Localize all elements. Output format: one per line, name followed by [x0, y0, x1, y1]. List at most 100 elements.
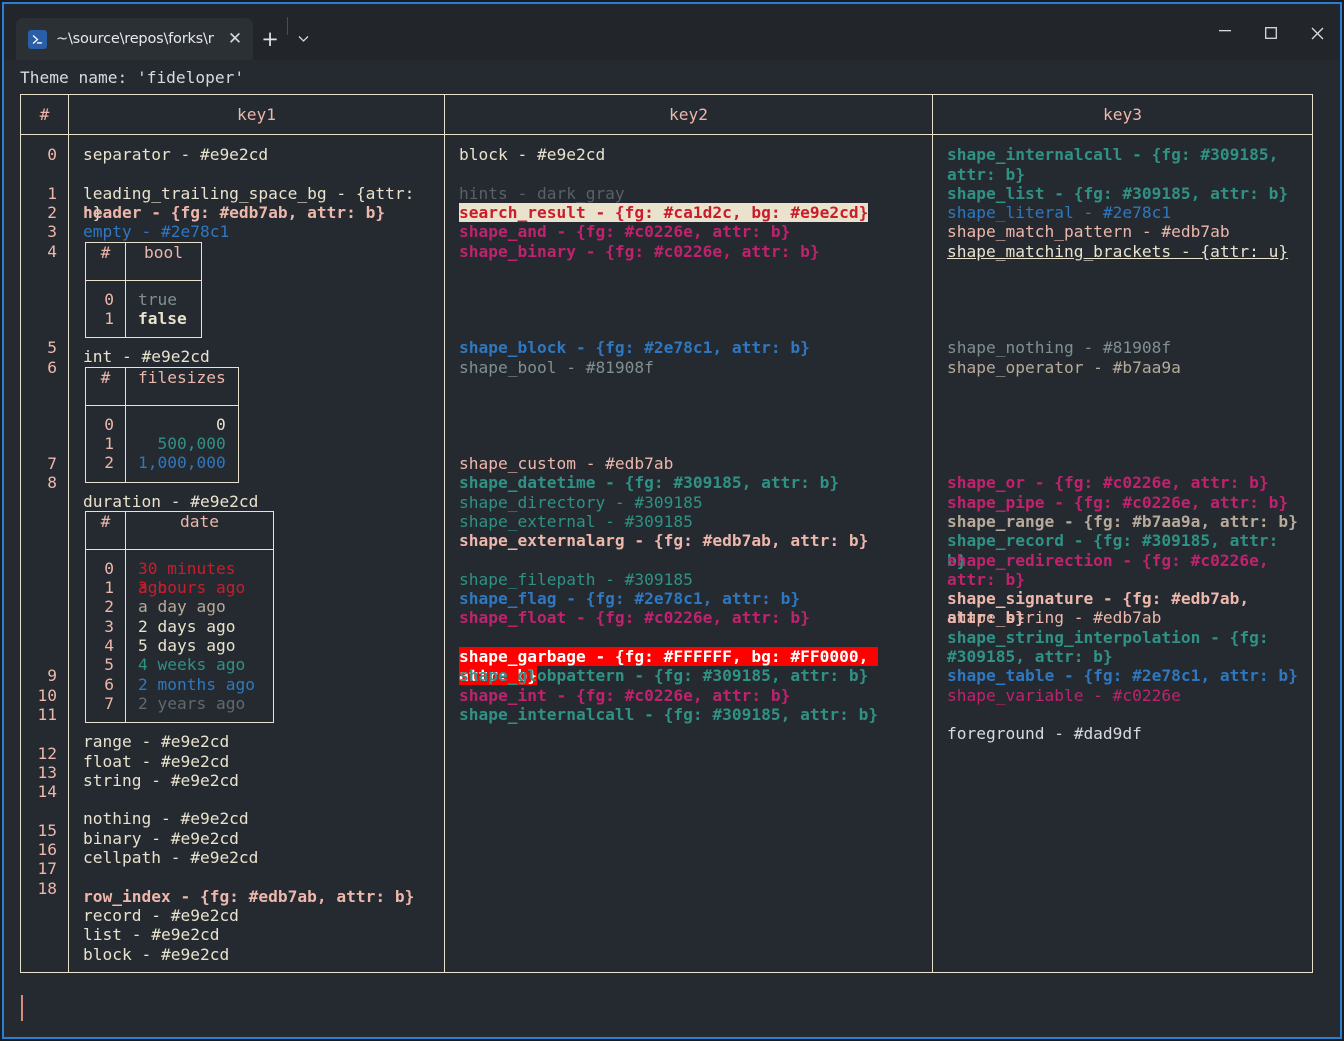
bool-header-index: # [85, 242, 126, 281]
theme-entry-text: shape_string_interpolation - {fg: #30918… [947, 627, 1279, 667]
close-tab-icon[interactable]: ✕ [223, 27, 247, 51]
table-body-row: 0 1234 56 78 9 10 11 12 13 14 15 16 17 18 separ… [20, 134, 1313, 973]
theme-entry-text: shape_directory - #309185 [459, 492, 703, 512]
key1-lines-duration: duration - #e9e2cd [83, 492, 438, 511]
minimize-button[interactable] [1202, 4, 1248, 62]
theme-entry-line: hints - dark_gray [459, 184, 926, 203]
prompt-line[interactable] [4, 994, 1340, 1021]
theme-entry-text: empty - #2e78c1 [83, 222, 230, 242]
row-index: 9 [47, 666, 57, 686]
maximize-button[interactable] [1248, 4, 1294, 62]
date-value-cell: 30 minutes ago 3 hours ago a day ago 2 days… [126, 549, 274, 722]
terminal-body[interactable]: Theme name: 'fideloper' # key1 key2 key3 [4, 60, 1340, 1037]
row-index: 6 [47, 357, 57, 377]
row-index-blank [21, 300, 57, 319]
filesizes-header-index: # [85, 367, 126, 406]
nested-row-index: 2 [104, 597, 114, 617]
row-index: 3 [47, 222, 57, 242]
theme-entry-text: duration - #e9e2cd [83, 491, 259, 511]
row-index-blank [21, 628, 57, 647]
title-bar: ~\source\repos\forks\nu_scrip ✕ + [4, 2, 1340, 60]
nested-table-bool: # bool 01 true false [85, 241, 202, 339]
date-header-index: # [85, 511, 126, 550]
nested-row-index: 6 [104, 674, 114, 694]
close-window-button[interactable] [1294, 4, 1340, 62]
date-header-value: date [125, 511, 274, 550]
theme-entry-line: shape_matching_brackets - {attr: u} [947, 242, 1306, 261]
theme-entry-text: shape_datetime - {fg: #309185, attr: b} [459, 473, 840, 493]
row-index: 0 [47, 145, 57, 165]
chevron-down-icon[interactable] [288, 18, 318, 60]
theme-entry-line: shape_garbage - {fg: #FFFFFF, bg: #FF000… [459, 647, 926, 686]
column-header-key2: key2 [444, 94, 933, 136]
theme-entry-line: shape_binary - {fg: #c0226e, attr: b} [459, 242, 926, 261]
theme-entry-line: shape_table - {fg: #2e78c1, attr: b} [947, 666, 1306, 685]
theme-entry-line: shape_filepath - #309185 [459, 570, 926, 589]
theme-entry-line: shape_signature - {fg: #edb7ab, attr: b} [947, 589, 1306, 627]
theme-entry-line: record - #e9e2cd [83, 906, 438, 925]
key1-column: separator - #e9e2cd leading_trailing_spa… [68, 134, 445, 973]
row-index-blank [21, 589, 57, 608]
row-index: 5 [47, 338, 57, 358]
new-tab-button[interactable]: + [253, 18, 287, 60]
theme-entry-text: list - #e9e2cd [83, 925, 220, 945]
theme-entry-text: header - {fg: #edb7ab, attr: b} [83, 203, 386, 223]
nested-row-value: 0 [215, 414, 226, 434]
nested-row-index: 2 [104, 453, 114, 473]
nested-row-value: 2 months ago [138, 674, 255, 694]
filesizes-value-cell: 0 500,000 1,000,000 [126, 405, 239, 482]
nested-row-value: false [138, 309, 187, 329]
row-index-blank [21, 512, 57, 531]
theme-entry-text: search_result - {fg: #ca1d2c, bg: #e9e2c… [459, 203, 869, 223]
theme-entry-text: row_index - {fg: #edb7ab, attr: b} [83, 886, 415, 906]
theme-entry-line: range - #e9e2cd [83, 732, 438, 751]
theme-entry-text: shape_externalarg - {fg: #edb7ab, attr: … [459, 531, 869, 551]
theme-entry-line: shape_block - {fg: #2e78c1, attr: b} [459, 338, 926, 357]
theme-entry-text: shape_internalcall - {fg: #309185, attr:… [459, 704, 879, 724]
theme-entry-text: float - #e9e2cd [83, 751, 230, 771]
theme-entry-text: record - #e9e2cd [83, 905, 239, 925]
row-index-blank [21, 551, 57, 570]
nested-row-value: 2 days ago [138, 616, 236, 636]
theme-entry-line: shape_internalcall - {fg: #309185, attr:… [459, 705, 926, 724]
bool-value-cell: true false [126, 280, 202, 338]
theme-entry-line: shape_string_interpolation - {fg: #30918… [947, 628, 1306, 667]
nested-row-index: 1 [104, 433, 114, 453]
row-index: 7 [47, 454, 57, 474]
nested-row-value: 500,000 [157, 433, 226, 453]
theme-entry-text: shape_float - {fg: #c0226e, attr: b} [459, 608, 810, 628]
nested-row-value: true [138, 289, 177, 309]
theme-entry-line: shape_float - {fg: #c0226e, attr: b} [459, 608, 926, 627]
key1-content: separator - #e9e2cd leading_trailing_spa… [69, 145, 444, 964]
theme-entry-line: float - #e9e2cd [83, 752, 438, 771]
row-index-blank [21, 493, 57, 512]
theme-entry-line: shape_pipe - {fg: #c0226e, attr: b} [947, 493, 1306, 512]
theme-entry-text: block - #e9e2cd [83, 944, 230, 964]
tab-powershell[interactable]: ~\source\repos\forks\nu_scrip ✕ [16, 18, 253, 60]
nested-row-index: 5 [104, 655, 114, 675]
nested-row-value: 4 weeks ago [138, 655, 246, 675]
key3-lines-tail: shape_range - {fg: #b7aa9a, attr: b} shap… [947, 512, 1306, 744]
nested-row-value: 30 minutes ago [138, 558, 236, 598]
theme-entry-text: shape_block - {fg: #2e78c1, attr: b} [459, 338, 810, 358]
theme-entry-line: shape_externalarg - {fg: #edb7ab, attr: … [459, 531, 926, 550]
row-index-blank [21, 724, 57, 743]
row-index: 16 [37, 839, 58, 859]
row-index-blank [21, 165, 57, 184]
theme-entry-line: search_result - {fg: #ca1d2c, bg: #e9e2c… [459, 203, 926, 223]
theme-entry-text: shape_filepath - #309185 [459, 569, 693, 589]
theme-entry-line: foreground - #dad9df [947, 724, 1306, 743]
theme-entry-line: leading_trailing_space_bg - {attr: n} [83, 184, 438, 222]
theme-entry-text: shape_pipe - {fg: #c0226e, attr: b} [947, 492, 1289, 512]
